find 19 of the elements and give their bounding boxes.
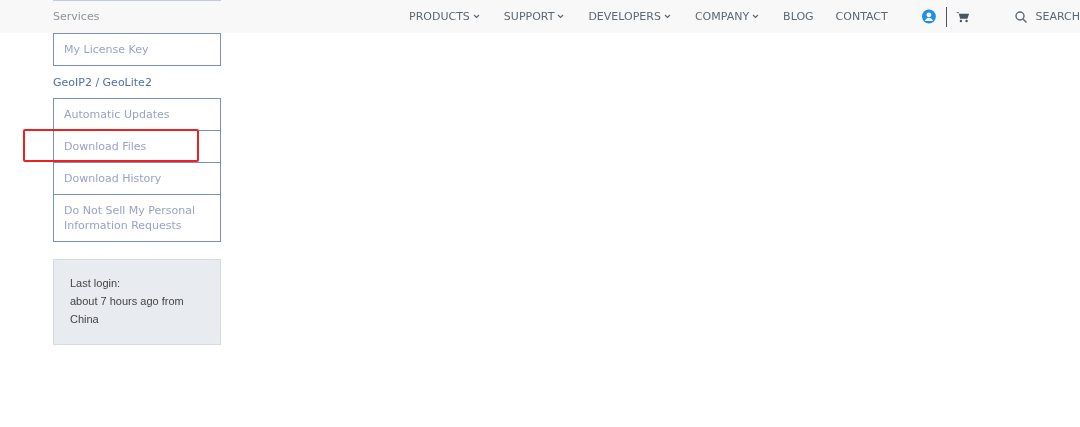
nav-link[interactable]: BLOG (783, 10, 814, 23)
last-login-text: Last login: (70, 276, 122, 291)
nav-link[interactable]: COMPANY (694, 10, 760, 23)
shopping-cart-icon[interactable] (956, 9, 970, 24)
chevron-down-icon (557, 14, 565, 19)
last-login-text: about 7 hours ago from (70, 294, 185, 309)
search-icon (1015, 10, 1028, 23)
nav-link[interactable]: DEVELOPERS (588, 10, 671, 23)
last-login-text: China (70, 312, 100, 327)
chevron-down-icon (752, 14, 760, 19)
nav-link[interactable]: PRODUCTS (409, 10, 480, 23)
nav-link[interactable]: CONTACT (835, 10, 888, 23)
section-heading: Services (53, 9, 101, 25)
section-heading: GeoIP2 / GeoLite2 (53, 75, 153, 91)
user-account-icon[interactable] (921, 8, 936, 25)
search-link[interactable]: SEARCH (1015, 10, 1080, 23)
chevron-down-icon (663, 14, 671, 19)
nav-link[interactable]: SUPPORT (503, 10, 565, 23)
chevron-down-icon (472, 14, 480, 19)
